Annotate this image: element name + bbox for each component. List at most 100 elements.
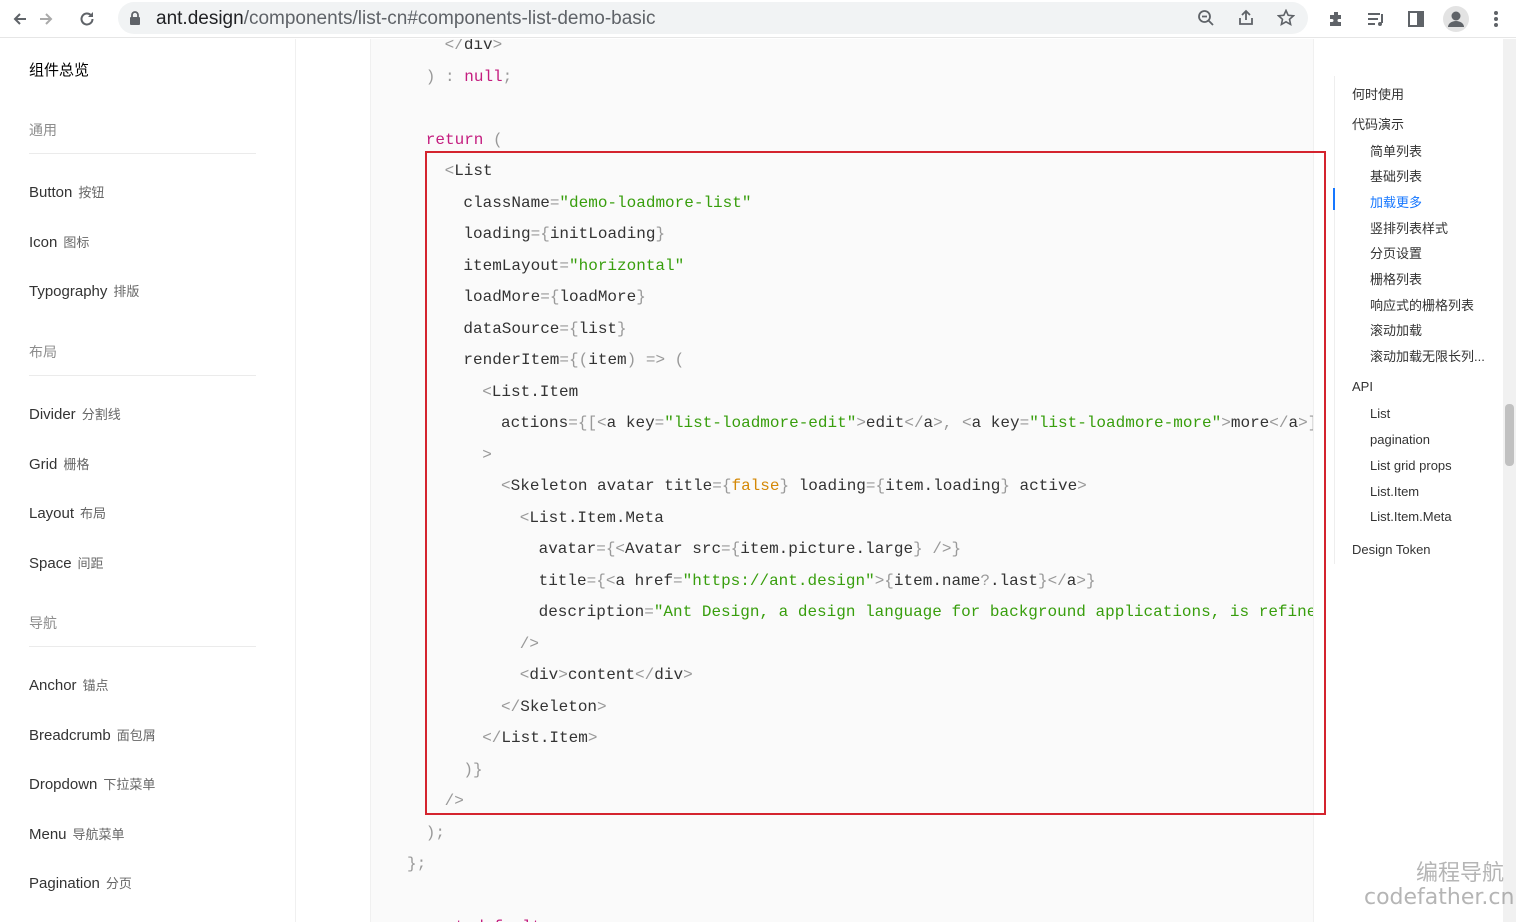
code-line: itemLayout="horizontal" itemLayout="hori…: [463, 256, 684, 276]
code-line: className="demo-loadmore-list" className…: [463, 193, 751, 213]
lock-icon[interactable]: [128, 10, 142, 31]
toc-item[interactable]: List.Item.Meta: [1370, 509, 1452, 524]
reading-list-icon[interactable]: [1362, 5, 1390, 33]
sidebar-item-sublabel: 栅格: [63, 456, 90, 472]
sidebar-item-sublabel: 锚点: [82, 678, 109, 693]
url-text[interactable]: ant.design/components/list-cn#components…: [156, 8, 656, 30]
browser-toolbar: ant.design/components/list-cn#components…: [0, 0, 1516, 38]
sidebar-group-label: 导航: [29, 615, 57, 631]
sidebar-item-sublabel: 导航菜单: [72, 826, 125, 842]
code-text-rendered: />: [444, 792, 464, 810]
zoom-icon[interactable]: [1194, 6, 1218, 30]
sidebar-item-sublabel: 图标: [63, 234, 90, 250]
forward-icon[interactable]: [32, 5, 60, 33]
menu-icon[interactable]: [1482, 5, 1510, 33]
sidebar-group-label: 布局: [29, 344, 57, 360]
code-text-rendered: )}: [463, 760, 483, 779]
sidebar-item-pagination[interactable]: Pagination 分页: [29, 873, 132, 892]
sidebar-item-label: Divider: [29, 406, 76, 423]
code-text-rendered: <List.Item.Meta: [519, 508, 664, 527]
sidebar-item-label: Typography: [29, 283, 108, 301]
toc-rail: [1334, 76, 1335, 564]
toc-item[interactable]: List grid props: [1370, 458, 1452, 473]
sidebar-item-anchor[interactable]: Anchor 锚点: [29, 675, 109, 694]
code-text-rendered: >: [482, 445, 492, 464]
toc-item[interactable]: 滚动加载: [1370, 320, 1422, 339]
sidebar-item-sublabel: 面包屑: [116, 727, 156, 743]
code-line: <List.Item.Meta <List.Item.Meta: [520, 508, 664, 528]
code-text-rendered: className="demo-loadmore-list": [463, 193, 752, 212]
code-block: </div> </div>) : null; ) : null; return (…: [370, 39, 1314, 922]
share-icon[interactable]: [1234, 6, 1258, 30]
sidebar-item-space[interactable]: Space 间距: [29, 553, 104, 572]
code-line: )} )}: [463, 760, 482, 780]
sidebar-item-typography[interactable]: Typography 排版: [29, 281, 139, 300]
code-text-rendered: );: [425, 823, 446, 842]
toc-item[interactable]: List.Item: [1370, 484, 1419, 499]
profile-icon[interactable]: [1442, 5, 1470, 33]
sidebar-item-sublabel: 排版: [113, 284, 140, 300]
sidebar-item-sublabel: 间距: [77, 555, 104, 571]
code-text-rendered: <div>content</div>: [519, 666, 693, 684]
sidebar-item-button[interactable]: Button 按钮: [29, 182, 104, 201]
code-line: dataSource={list} dataSource={list}: [463, 319, 626, 339]
sidebar-item-icon[interactable]: Icon 图标: [29, 232, 89, 251]
reload-icon[interactable]: [73, 5, 101, 33]
code-line: description="Ant Design, a design langua…: [539, 602, 1313, 622]
toc-item[interactable]: 竖排列表样式: [1370, 218, 1448, 237]
code-line: export defaultexport default: [407, 917, 541, 922]
sidebar-item-sublabel: 下拉菜单: [103, 777, 156, 793]
scrollbar-thumb[interactable]: [1505, 404, 1514, 466]
toc-item[interactable]: 基础列表: [1370, 166, 1422, 185]
sidebar-item-dropdown[interactable]: Dropdown 下拉菜单: [29, 774, 155, 793]
toc-item[interactable]: 何时使用: [1352, 84, 1404, 103]
star-icon[interactable]: [1274, 6, 1298, 30]
sidebar-divider: [29, 153, 256, 154]
code-line: </List.Item> </List.Item>: [482, 728, 597, 748]
code-line: loadMore={loadMore} loadMore={loadMore}: [463, 287, 645, 307]
toc-item[interactable]: 加载更多: [1370, 192, 1422, 211]
code-line: <List <List: [445, 161, 493, 181]
address-bar[interactable]: ant.design/components/list-cn#components…: [118, 2, 1308, 34]
toc-item[interactable]: List: [1370, 406, 1390, 421]
sidebar-divider: [29, 646, 256, 647]
toc-item[interactable]: pagination: [1370, 432, 1430, 447]
code-line: renderItem={(item) => ( renderItem={(ite…: [463, 350, 684, 370]
code-text-rendered: dataSource={list}: [463, 319, 627, 338]
sidebar-item-sublabel: 布局: [80, 506, 107, 522]
toc-item[interactable]: 简单列表: [1370, 141, 1422, 160]
code-line: loading={initLoading} loading={initLoadi…: [463, 224, 665, 244]
back-icon[interactable]: [6, 5, 34, 33]
sidepanel-icon[interactable]: [1402, 5, 1430, 33]
toc-item[interactable]: 栅格列表: [1370, 269, 1422, 288]
url-path: /components/list-cn#components-list-demo…: [243, 8, 656, 29]
code-text-rendered: </Skeleton>: [501, 697, 607, 716]
extensions-icon[interactable]: [1322, 5, 1350, 33]
toc-item[interactable]: 分页设置: [1370, 243, 1422, 262]
code-line: </Skeleton> </Skeleton>: [501, 697, 607, 717]
sidebar-item-label: Anchor: [29, 677, 77, 694]
code-text-rendered: export default: [407, 918, 541, 922]
code-line: /> />: [445, 791, 464, 811]
sidebar-item-sublabel: 分页: [105, 876, 132, 892]
sidebar-item-layout[interactable]: Layout 布局: [29, 503, 106, 522]
toc-item[interactable]: 代码演示: [1352, 114, 1404, 133]
sidebar-item-grid[interactable]: Grid 栅格: [29, 454, 89, 473]
sidebar-title[interactable]: 组件总览: [29, 59, 89, 80]
code-text-rendered: return (: [425, 130, 503, 149]
sidebar-item-label: Space: [29, 554, 72, 572]
sidebar-item-divider[interactable]: Divider 分割线: [29, 404, 121, 423]
code-text-rendered: itemLayout="horizontal": [463, 256, 685, 275]
code-line: };};: [407, 854, 426, 874]
toc-item[interactable]: 响应式的栅格列表: [1370, 295, 1474, 314]
toc-item[interactable]: 滚动加载无限长列...: [1370, 346, 1485, 365]
sidebar-item-label: Grid: [29, 455, 58, 473]
sidebar-item-label: Dropdown: [29, 776, 98, 794]
code-text-rendered: loadMore={loadMore}: [463, 288, 646, 306]
sidebar-item-menu[interactable]: Menu 导航菜单: [29, 824, 125, 843]
code-line: ); );: [426, 823, 445, 843]
scrollbar-track[interactable]: [1503, 39, 1516, 922]
toc-item[interactable]: API: [1352, 379, 1373, 394]
toc-item[interactable]: Design Token: [1352, 542, 1431, 557]
sidebar-item-breadcrumb[interactable]: Breadcrumb 面包屑: [29, 725, 156, 744]
